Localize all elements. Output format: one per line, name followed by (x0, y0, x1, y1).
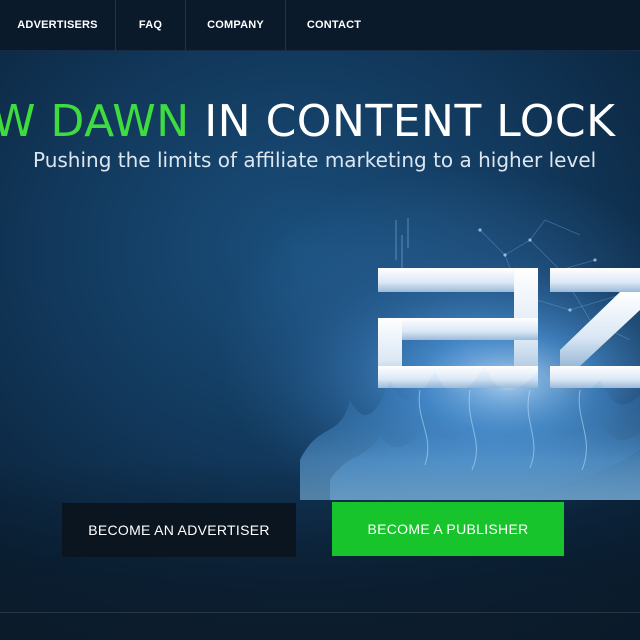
become-publisher-button[interactable]: BECOME A PUBLISHER (332, 502, 564, 556)
hero-subheadline: Pushing the limits of affiliate marketin… (33, 148, 597, 172)
nav-item-contact[interactable]: CONTACT (286, 0, 382, 50)
glowing-az-logo-icon (210, 218, 640, 500)
nav-item-faq[interactable]: FAQ (116, 0, 186, 50)
headline-text: IN CONTENT LOCK (189, 96, 616, 147)
nav-item-company[interactable]: COMPANY (186, 0, 286, 50)
headline-highlight: W DAWN (0, 96, 190, 147)
nav-item-advertisers[interactable]: ADVERTISERS (0, 0, 116, 50)
become-advertiser-button[interactable]: BECOME AN ADVERTISER (62, 503, 296, 557)
top-navigation: ADVERTISERS FAQ COMPANY CONTACT (0, 0, 640, 51)
page: ADVERTISERS FAQ COMPANY CONTACT W DAWN I… (0, 0, 640, 640)
divider (0, 612, 640, 613)
hero-headline: W DAWN IN CONTENT LOCK (0, 96, 615, 148)
